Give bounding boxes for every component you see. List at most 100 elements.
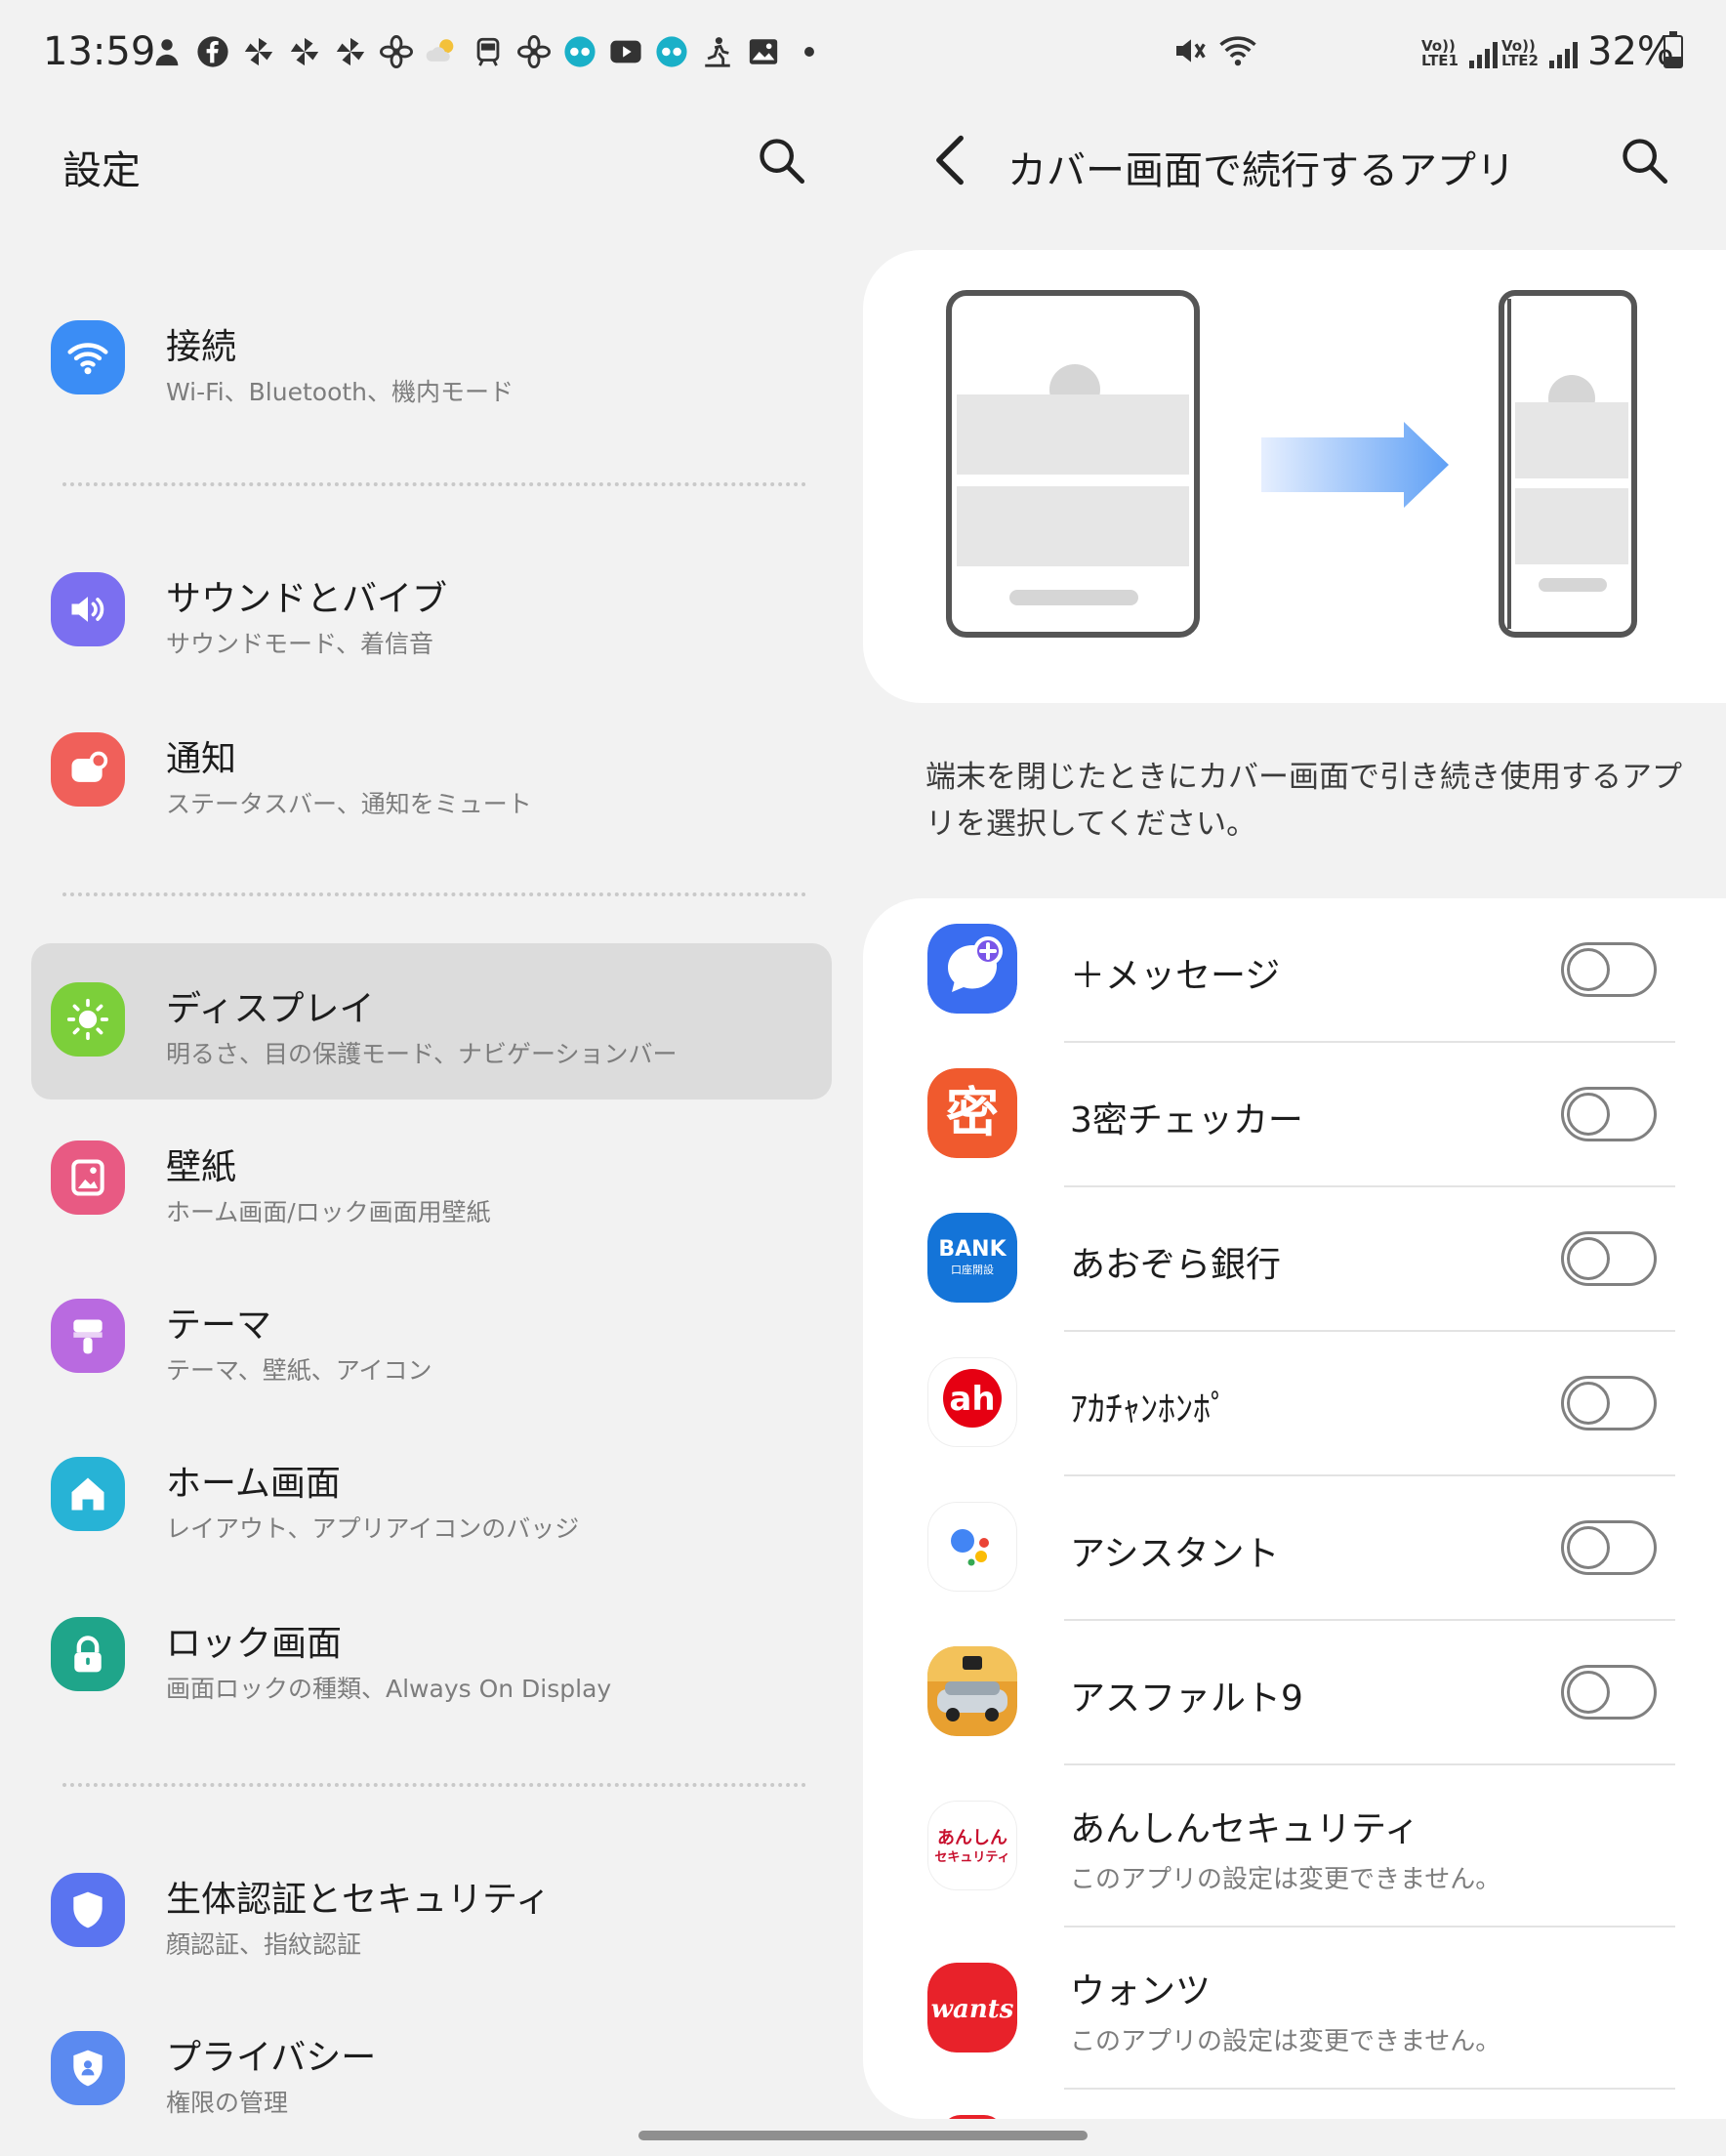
brush-icon bbox=[51, 1299, 125, 1373]
svg-text:口座開設: 口座開設 bbox=[951, 1263, 994, 1276]
plus-message-icon bbox=[927, 924, 1017, 1014]
runner-icon bbox=[699, 33, 735, 69]
group-separator bbox=[62, 892, 806, 896]
status-time: 13:59 bbox=[43, 29, 156, 74]
asphalt9-icon bbox=[927, 1646, 1017, 1736]
svg-text:BANK: BANK bbox=[938, 1237, 1007, 1262]
chevron-left-icon bbox=[936, 135, 964, 186]
settings-item-themes[interactable]: テーマ テーマ、壁紙、アイコン bbox=[31, 1260, 832, 1416]
wallpaper-icon bbox=[51, 1140, 125, 1215]
settings-item-notifications[interactable]: 通知 ステータスバー、通知をミュート bbox=[31, 693, 832, 850]
propeller-icon bbox=[515, 33, 552, 69]
app-row-akachan-honpo[interactable]: ah ｱｶﾁｬﾝﾎﾝﾎﾟ bbox=[863, 1332, 1726, 1476]
more-dot-icon bbox=[791, 33, 827, 69]
settings-item-home-screen[interactable]: ホーム画面 レイアウト、アプリアイコンのバッジ bbox=[31, 1418, 832, 1574]
pinwheel-icon bbox=[332, 33, 368, 69]
search-icon bbox=[760, 139, 805, 185]
svg-text:ah: ah bbox=[949, 1380, 995, 1419]
settings-item-biometrics-security[interactable]: 生体認証とセキュリティ 顔認証、指紋認証 bbox=[31, 1834, 832, 1990]
wants-icon: wants bbox=[927, 1963, 1017, 2052]
facebook-icon bbox=[194, 33, 230, 69]
shield-icon bbox=[51, 1873, 125, 1947]
settings-header: 設定 bbox=[0, 117, 849, 205]
group-separator bbox=[62, 482, 806, 486]
svg-text:wants: wants bbox=[931, 1995, 1014, 2024]
cover-screen-search-button[interactable] bbox=[1615, 131, 1673, 189]
cover-toggle[interactable] bbox=[1561, 1665, 1657, 1720]
svg-text:セキュリティ: セキュリティ bbox=[934, 1850, 1009, 1865]
anshin-security-icon: あんしんセキュリティ bbox=[927, 1801, 1017, 1890]
assistant-icon bbox=[927, 1502, 1017, 1592]
settings-title: 設定 bbox=[62, 148, 141, 193]
youtube-icon bbox=[607, 33, 643, 69]
app-row-anshin-security[interactable]: あんしん セキュリティ あんしんセキュリティ このアプリの設定は変更できません。 bbox=[863, 1765, 1726, 1928]
lock-icon bbox=[51, 1617, 125, 1691]
page-title: カバー画面で続行するアプリ bbox=[1007, 148, 1515, 193]
toggle-knob bbox=[1567, 1093, 1610, 1136]
notification-icons bbox=[148, 33, 827, 69]
app-row-plus-message[interactable]: ＋メッセージ bbox=[863, 898, 1726, 1043]
train-icon bbox=[470, 33, 506, 69]
app-row-asphalt9[interactable]: アスファルト9 bbox=[863, 1621, 1726, 1765]
chat-bubble-icon bbox=[653, 33, 689, 69]
settings-item-display[interactable]: ディスプレイ 明るさ、目の保護モード、ナビゲーションバー bbox=[31, 943, 832, 1099]
settings-search-button[interactable] bbox=[752, 131, 810, 189]
wifi-status-icon bbox=[1219, 36, 1256, 66]
toggle-knob bbox=[1567, 1671, 1610, 1714]
propeller-icon bbox=[378, 33, 414, 69]
back-button[interactable] bbox=[925, 131, 974, 189]
battery-percent: 32% bbox=[1587, 29, 1674, 74]
app-row-aozora-bank[interactable]: BANK 口座開設 あおぞら銀行 bbox=[863, 1187, 1726, 1332]
settings-item-lock-screen[interactable]: ロック画面 画面ロックの種類、Always On Display bbox=[31, 1578, 832, 1734]
notification-icon bbox=[51, 732, 125, 807]
home-indicator[interactable] bbox=[638, 2131, 1088, 2140]
app-row-partial bbox=[863, 2109, 1726, 2119]
privacy-shield-icon bbox=[51, 2031, 125, 2105]
image-icon bbox=[745, 33, 781, 69]
settings-item-privacy[interactable]: プライバシー 権限の管理 bbox=[31, 1992, 832, 2148]
apps-list: ＋メッセージ 密 3密チェッカー BANK 口座開設 あおぞら銀行 ah ｱｶﾁｬ… bbox=[863, 898, 1726, 2119]
battery-icon bbox=[1664, 31, 1683, 68]
app-row-assistant[interactable]: アシスタント bbox=[863, 1476, 1726, 1621]
cover-toggle[interactable] bbox=[1561, 1376, 1657, 1430]
toggle-knob bbox=[1567, 1526, 1610, 1569]
aozora-bank-icon: BANK 口座開設 bbox=[927, 1213, 1017, 1303]
home-icon bbox=[51, 1457, 125, 1531]
toggle-knob bbox=[1567, 948, 1610, 991]
person-pin-icon bbox=[148, 33, 185, 69]
signal-sim1: Vo)) LTE1 bbox=[1421, 35, 1498, 68]
svg-text:密: 密 bbox=[946, 1082, 999, 1143]
settings-item-connections[interactable]: 接続 Wi-Fi、Bluetooth、機内モード bbox=[31, 281, 832, 437]
app-row-3mitsu-checker[interactable]: 密 3密チェッカー bbox=[863, 1043, 1726, 1187]
cover-toggle[interactable] bbox=[1561, 942, 1657, 997]
cover-toggle[interactable] bbox=[1561, 1520, 1657, 1575]
toggle-knob bbox=[1567, 1382, 1610, 1425]
cover-screen-description: 端末を閉じたときにカバー画面で引き続き使用するアプリを選択してください。 bbox=[925, 760, 1682, 842]
app-row-wants[interactable]: wants ウォンツ このアプリの設定は変更できません。 bbox=[863, 1928, 1726, 2090]
sun-icon bbox=[51, 982, 125, 1057]
group-separator bbox=[62, 1783, 806, 1787]
partial-app-icon bbox=[941, 2115, 1004, 2119]
settings-item-sound[interactable]: サウンドとバイブ サウンドモード、着信音 bbox=[31, 533, 832, 689]
weather-icon bbox=[424, 33, 460, 69]
signal-sim2: Vo)) LTE2 bbox=[1501, 35, 1578, 68]
chat-bubble-icon bbox=[561, 33, 597, 69]
status-bar: 13:59 Vo)) LTE1 Vo)) LTE2 32% bbox=[0, 0, 1726, 105]
cover-toggle[interactable] bbox=[1561, 1087, 1657, 1141]
toggle-knob bbox=[1567, 1237, 1610, 1280]
pinwheel-icon bbox=[286, 33, 322, 69]
wifi-icon bbox=[51, 320, 125, 394]
speaker-icon bbox=[51, 572, 125, 646]
settings-item-wallpaper[interactable]: 壁紙 ホーム画面/ロック画面用壁紙 bbox=[31, 1101, 832, 1258]
cover-screen-illustration bbox=[863, 250, 1726, 703]
fold-to-cover-illustration bbox=[946, 290, 1637, 638]
cover-screen-header: カバー画面で続行するアプリ bbox=[863, 117, 1726, 205]
search-icon bbox=[1623, 139, 1668, 185]
3mitsu-checker-icon: 密 bbox=[927, 1068, 1017, 1158]
vibrate-mute-icon bbox=[1176, 39, 1206, 62]
cover-toggle[interactable] bbox=[1561, 1231, 1657, 1286]
svg-text:あんしん: あんしん bbox=[937, 1828, 1007, 1848]
akachan-honpo-icon: ah bbox=[927, 1357, 1017, 1447]
row-divider bbox=[1064, 2088, 1675, 2090]
pinwheel-icon bbox=[240, 33, 276, 69]
